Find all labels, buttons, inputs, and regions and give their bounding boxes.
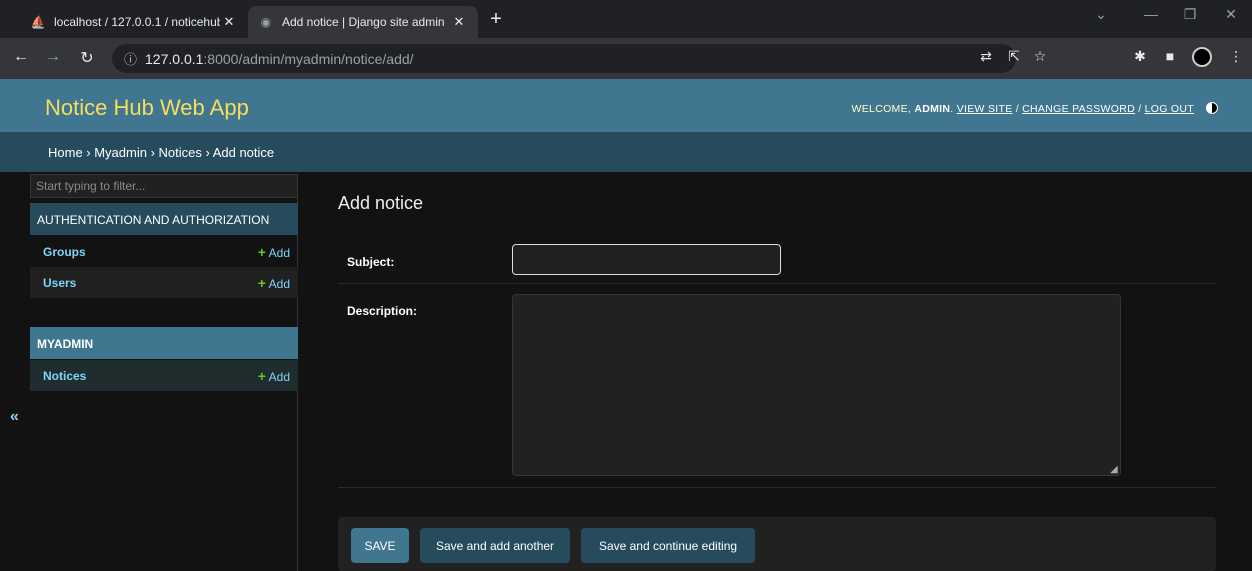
breadcrumb[interactable]: Home › Myadmin › Notices › Add notice (0, 132, 1252, 172)
model-link-notices[interactable]: Notices (43, 369, 86, 383)
app-caption-myadmin[interactable]: MYADMIN (30, 327, 298, 359)
tab-title: Add notice | Django site admin (282, 15, 445, 29)
add-notices-link[interactable]: + Add (258, 368, 290, 384)
sidebar-item-users[interactable]: Users + Add (30, 267, 298, 298)
restore-icon[interactable]: ❐ (1175, 6, 1205, 23)
share-icon[interactable]: ⇱ (1004, 48, 1024, 65)
nav-filter-input[interactable]: Start typing to filter... (30, 174, 298, 198)
browser-tab-phpmyadmin[interactable]: ⛵ localhost / 127.0.0.1 / noticehub ✕ (20, 6, 248, 38)
close-icon[interactable]: ✕ (450, 14, 468, 30)
url-host: 127.0.0.1 (145, 50, 204, 67)
close-icon[interactable]: ✕ (220, 14, 238, 30)
model-link-users[interactable]: Users (43, 276, 76, 290)
tab-title: localhost / 127.0.0.1 / noticehub (54, 15, 220, 29)
change-password-link[interactable]: CHANGE PASSWORD (1022, 103, 1135, 115)
extensions-icon[interactable]: ✱ (1130, 48, 1150, 65)
description-label: Description: (347, 304, 418, 318)
app-caption-auth[interactable]: AUTHENTICATION AND AUTHORIZATION (30, 203, 298, 235)
plus-icon: + (257, 244, 266, 260)
add-groups-link[interactable]: + Add (258, 244, 290, 260)
forward-icon[interactable]: → (42, 48, 64, 66)
theme-toggle-icon[interactable] (1206, 102, 1218, 114)
reload-icon[interactable]: ↻ (76, 48, 98, 68)
resize-grip-icon[interactable]: ◢ (1110, 464, 1118, 475)
page-title: Add notice (338, 193, 424, 213)
user-tools: WELCOME, ADMIN. VIEW SITE / CHANGE PASSW… (851, 103, 1194, 115)
plus-icon: + (257, 275, 266, 291)
add-users-link[interactable]: + Add (258, 275, 290, 291)
address-bar[interactable]: ⓘ 127.0.0.1:8000/admin/myadmin/notice/ad… (112, 44, 1016, 73)
nav-sidebar: Start typing to filter... AUTHENTICATION… (30, 174, 298, 571)
model-link-groups[interactable]: Groups (43, 245, 86, 259)
sidebar-item-notices[interactable]: Notices + Add (30, 360, 298, 391)
subject-label: Subject: (347, 255, 395, 269)
username: ADMIN (914, 103, 951, 115)
add-label: Add (268, 246, 290, 260)
subject-input[interactable] (512, 244, 781, 275)
save-and-add-another-button[interactable]: Save and add another (420, 528, 570, 563)
admin-header: Notice Hub Web App WELCOME, ADMIN. VIEW … (0, 79, 1252, 132)
profile-avatar[interactable] (1192, 47, 1212, 67)
add-label: Add (268, 370, 290, 384)
log-out-link[interactable]: LOG OUT (1145, 103, 1194, 115)
menu-kebab-icon[interactable]: ⋮ (1226, 48, 1246, 65)
save-and-continue-button[interactable]: Save and continue editing (581, 528, 755, 563)
bookmark-star-icon[interactable]: ☆ (1030, 48, 1050, 65)
url-path: :8000/admin/myadmin/notice/add/ (203, 50, 414, 67)
info-icon[interactable]: ⓘ (124, 49, 137, 68)
welcome-text: WELCOME, (851, 103, 912, 115)
browser-tab-bar: ⛵ localhost / 127.0.0.1 / noticehub ✕ ◉ … (0, 0, 1252, 38)
description-textarea[interactable] (512, 294, 1121, 476)
new-tab-button[interactable]: + (484, 8, 508, 31)
browser-toolbar: ← → ↻ ⓘ 127.0.0.1:8000/admin/myadmin/not… (0, 38, 1252, 79)
site-brand[interactable]: Notice Hub Web App (45, 95, 249, 121)
sidebar-item-groups[interactable]: Groups + Add (30, 236, 298, 267)
separator: / (1138, 103, 1142, 115)
view-site-link[interactable]: VIEW SITE (957, 103, 1013, 115)
browser-tab-django-admin[interactable]: ◉ Add notice | Django site admin ✕ (248, 6, 478, 38)
plus-icon: + (257, 368, 266, 384)
minimize-icon[interactable]: — (1136, 6, 1166, 22)
window-close-icon[interactable]: ✕ (1216, 6, 1246, 23)
phpmyadmin-icon: ⛵ (30, 15, 46, 29)
back-icon[interactable]: ← (10, 48, 32, 66)
collapse-sidebar-button[interactable]: « (10, 408, 19, 426)
translate-icon[interactable]: ⇄ (976, 48, 996, 65)
globe-icon: ◉ (260, 15, 272, 29)
separator: / (1015, 103, 1019, 115)
side-panel-icon[interactable]: ■ (1160, 48, 1180, 64)
tab-search-icon[interactable]: ⌄ (1086, 6, 1116, 23)
save-button[interactable]: SAVE (351, 528, 409, 563)
add-label: Add (268, 277, 290, 291)
